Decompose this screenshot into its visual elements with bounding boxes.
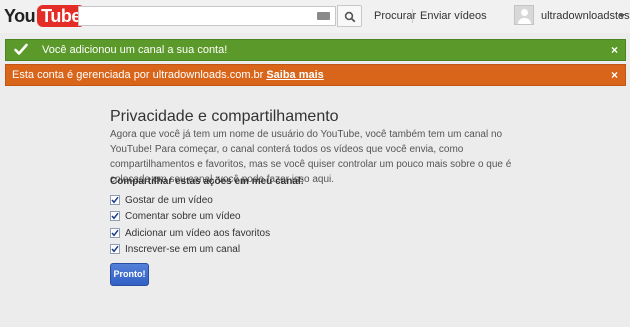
subscribe-channel-checkbox[interactable]: [110, 244, 120, 254]
option-favorite-video[interactable]: Adicionar um vídeo aos favoritos: [110, 227, 270, 239]
masthead: You Tube Procurar Enviar vídeos ultradow…: [0, 0, 630, 33]
close-icon[interactable]: ×: [611, 68, 618, 82]
youtube-logo[interactable]: You Tube: [4, 4, 85, 28]
close-icon[interactable]: ×: [611, 43, 618, 57]
option-label: Gostar de um vídeo: [125, 194, 213, 206]
option-label: Inscrever-se em um canal: [125, 243, 241, 255]
favorite-video-checkbox[interactable]: [110, 228, 120, 238]
page-title: Privacidade e compartilhamento: [110, 108, 339, 125]
done-button[interactable]: Pronto!: [110, 263, 149, 286]
managed-account-text: Esta conta é gerenciada por ultradownloa…: [12, 69, 324, 81]
share-actions-label: Compartilhar estas ações em meu canal:: [110, 176, 304, 187]
success-alert: Você adicionou um canal a sua conta! ×: [5, 39, 626, 61]
keyboard-icon[interactable]: [317, 12, 330, 20]
checkmark-icon: [111, 196, 119, 204]
search-input[interactable]: [79, 7, 317, 25]
learn-more-link[interactable]: Saiba mais: [266, 69, 323, 81]
nav-divider: [412, 9, 413, 23]
option-comment-video[interactable]: Comentar sobre um vídeo: [110, 210, 241, 222]
nav-upload-link[interactable]: Enviar vídeos: [420, 10, 487, 22]
search-icon: [344, 11, 356, 23]
nav-procurar-link[interactable]: Procurar: [374, 10, 416, 22]
option-subscribe-channel[interactable]: Inscrever-se em um canal: [110, 243, 240, 255]
option-label: Comentar sobre um vídeo: [125, 210, 241, 222]
option-label: Adicionar um vídeo aos favoritos: [125, 227, 271, 239]
search-box: [78, 6, 336, 26]
username-label[interactable]: ultradownloadsteste: [541, 10, 630, 22]
success-alert-text: Você adicionou um canal a sua conta!: [42, 44, 228, 56]
checkmark-icon: [111, 245, 119, 253]
checkmark-icon: [111, 229, 119, 237]
checkmark-icon: [111, 212, 119, 220]
logo-you-text: You: [4, 5, 36, 26]
managed-account-alert: Esta conta é gerenciada por ultradownloa…: [5, 64, 626, 86]
avatar[interactable]: [514, 5, 534, 25]
option-like-video[interactable]: Gostar de um vídeo: [110, 194, 213, 206]
search-button[interactable]: [337, 5, 362, 27]
comment-video-checkbox[interactable]: [110, 211, 120, 221]
check-icon: [14, 43, 28, 55]
managed-account-message: Esta conta é gerenciada por ultradownloa…: [12, 69, 264, 81]
chevron-down-icon[interactable]: [619, 14, 625, 18]
like-video-checkbox[interactable]: [110, 195, 120, 205]
